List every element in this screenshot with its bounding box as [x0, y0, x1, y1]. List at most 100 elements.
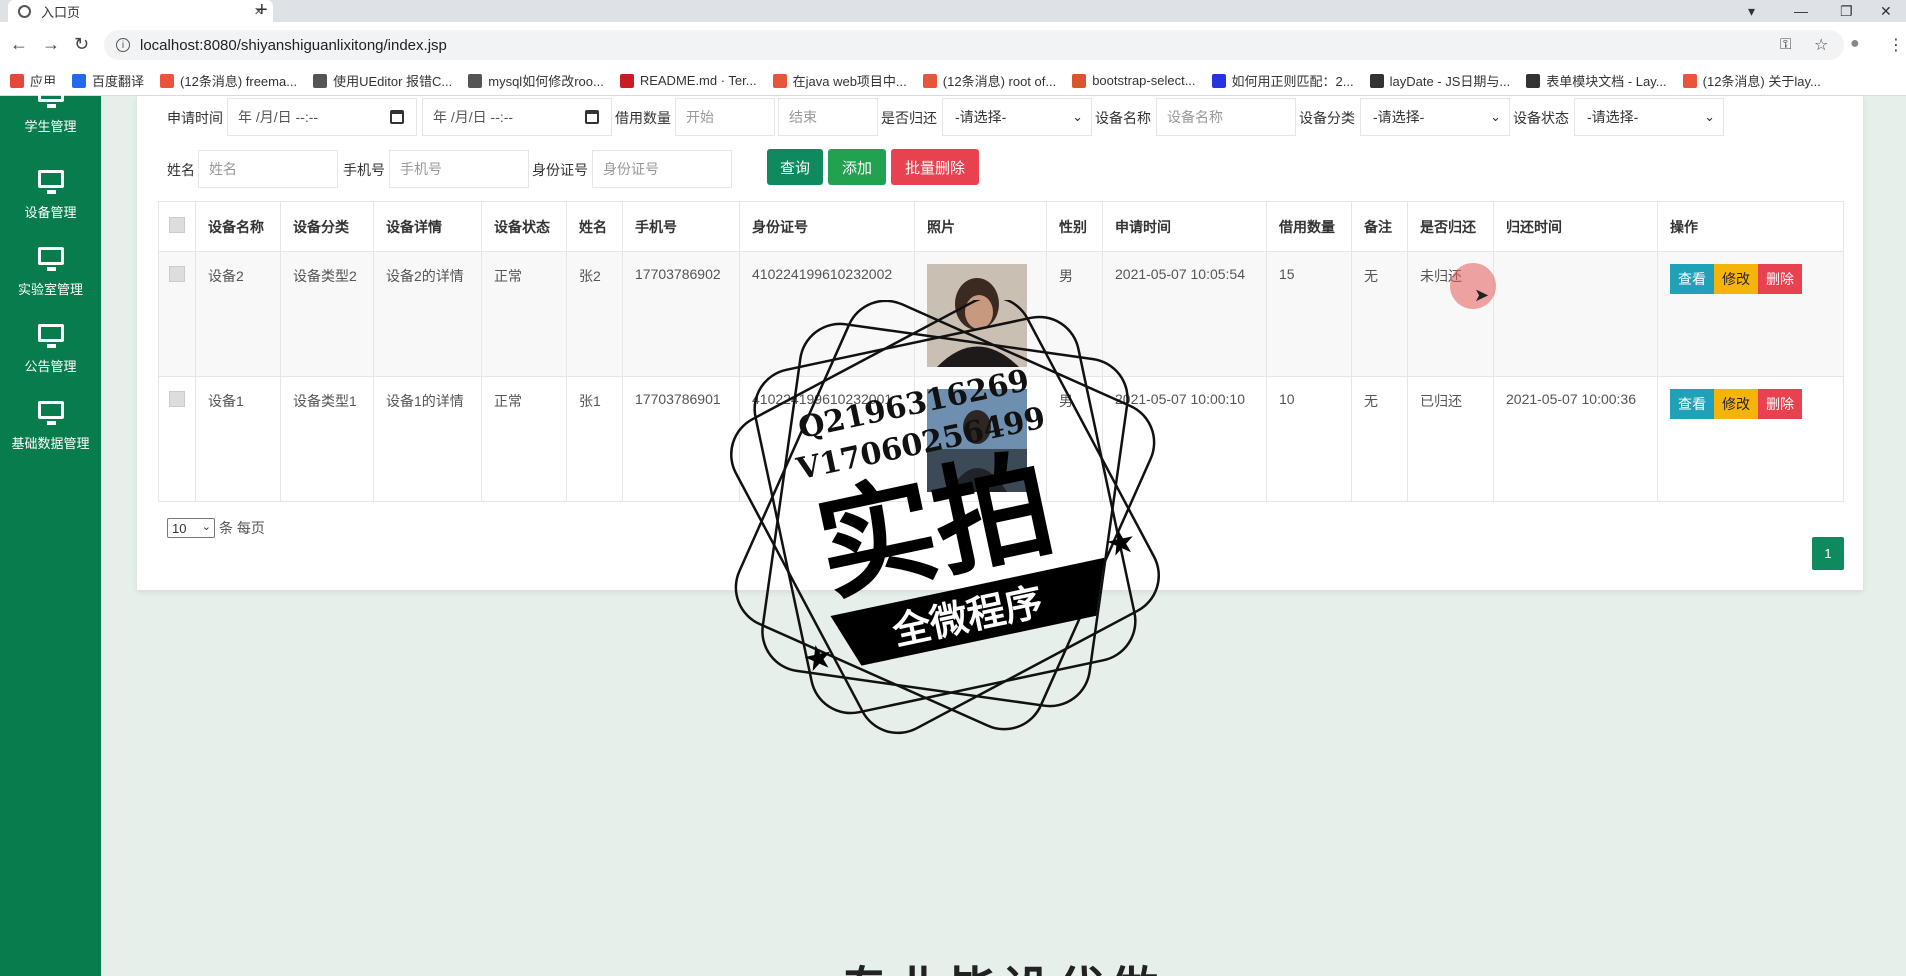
column-header[interactable]: 借用数量 — [1266, 201, 1352, 252]
cell-device-type: 设备类型2 — [280, 251, 374, 377]
key-icon[interactable]: ⚿ — [1780, 36, 1791, 53]
search-button[interactable]: 查询 — [767, 149, 823, 185]
column-header[interactable]: 备注 — [1351, 201, 1408, 252]
column-header[interactable]: 手机号 — [622, 201, 740, 252]
restore-button[interactable]: ❐ — [1840, 0, 1853, 22]
calendar-icon[interactable] — [585, 110, 599, 124]
cell-name: 张2 — [566, 251, 623, 377]
apply-time-start-input[interactable]: 年 /月/日 --:-- — [227, 98, 417, 136]
column-header[interactable]: 性别 — [1046, 201, 1103, 252]
column-header[interactable]: 照片 — [914, 201, 1047, 252]
sidebar-item-students[interactable]: 学生管理 — [0, 84, 101, 135]
bookmark-item[interactable]: bootstrap-select... — [1072, 73, 1196, 88]
idcard-input[interactable]: 身份证号 — [592, 150, 732, 188]
back-button[interactable]: ← — [10, 34, 28, 55]
info-icon[interactable]: i — [116, 38, 130, 52]
cell-return-time: 2021-05-07 10:00:36 — [1493, 376, 1658, 502]
more-menu-icon[interactable]: ⋮ — [1888, 35, 1904, 55]
column-header[interactable]: 是否归还 — [1407, 201, 1494, 252]
bookmark-item[interactable]: (12条消息) root of... — [922, 71, 1056, 90]
select-value: -请选择- — [1587, 109, 1639, 125]
new-tab-button[interactable]: + — [256, 0, 268, 22]
sidebar-item-basic-data[interactable]: 基础数据管理 — [0, 401, 101, 452]
bookmark-favicon-icon — [1211, 73, 1226, 88]
page-1-button[interactable]: 1 — [1812, 537, 1844, 570]
bookmark-label: layDate - JS日期与... — [1389, 74, 1511, 89]
row-checkbox[interactable] — [169, 266, 185, 282]
browser-tab-bar: 入口页 × + ▾ — ❐ ✕ — [0, 0, 1906, 22]
table-header-row: 设备名称 设备分类 设备详情 设备状态 姓名 手机号 身份证号 照片 性别 申请… — [158, 201, 1844, 252]
profile-menu-icon[interactable]: ▾ — [1748, 0, 1755, 22]
device-name-input[interactable]: 设备名称 — [1156, 98, 1296, 136]
bookmark-label: 在java web项目中... — [792, 74, 907, 89]
bookmark-label: (12条消息) 关于lay... — [1702, 74, 1821, 89]
column-header[interactable]: 设备状态 — [481, 201, 567, 252]
cell-actions: 查看 修改 删除 — [1657, 376, 1844, 502]
bookmark-label: (12条消息) freema... — [180, 74, 298, 89]
minimize-button[interactable]: — — [1794, 0, 1808, 22]
bookmark-item[interactable]: mysql如何修改roo... — [468, 71, 604, 90]
reload-button[interactable]: ↻ — [74, 34, 89, 55]
device-status-select[interactable]: -请选择- ⌄ — [1574, 98, 1724, 136]
monitor-icon — [37, 324, 64, 348]
bookmark-item[interactable]: 使用UEditor 报错C... — [313, 71, 452, 90]
cell-status: 正常 — [481, 376, 567, 502]
url-input[interactable]: i localhost:8080/shiyanshiguanlixitong/i… — [104, 30, 1844, 60]
view-button[interactable]: 查看 — [1670, 389, 1714, 419]
bookmark-favicon-icon — [772, 73, 787, 88]
row-actions: 查看 修改 删除 — [1670, 389, 1831, 419]
column-header[interactable]: 申请时间 — [1102, 201, 1267, 252]
column-header[interactable]: 设备分类 — [280, 201, 374, 252]
batch-delete-button[interactable]: 批量删除 — [891, 149, 979, 185]
page-size-label: 条 每页 — [219, 520, 265, 536]
bookmark-favicon-icon — [468, 73, 483, 88]
bookmark-item[interactable]: 如何用正则匹配：2... — [1211, 71, 1354, 90]
edit-button[interactable]: 修改 — [1714, 389, 1758, 419]
qty-start-input[interactable]: 开始 — [675, 98, 775, 136]
returned-select[interactable]: -请选择- ⌄ — [942, 98, 1092, 136]
sidebar-item-announcements[interactable]: 公告管理 — [0, 324, 101, 375]
calendar-icon[interactable] — [390, 110, 404, 124]
name-label: 姓名 — [167, 162, 195, 178]
column-header[interactable]: 设备名称 — [195, 201, 281, 252]
bookmark-item[interactable]: 表单模块文档 - Lay... — [1526, 71, 1667, 90]
phone-input[interactable]: 手机号 — [389, 150, 529, 188]
browser-tab[interactable]: 入口页 × — [8, 0, 273, 22]
cell-qty: 10 — [1266, 376, 1352, 502]
apply-time-end-input[interactable]: 年 /月/日 --:-- — [422, 98, 612, 136]
bookmarks-bar: 应用 百度翻译 (12条消息) freema... 使用UEditor 报错C... m… — [0, 66, 1906, 96]
name-input[interactable]: 姓名 — [198, 150, 338, 188]
bookmark-label: mysql如何修改roo... — [488, 74, 604, 89]
select-all-checkbox[interactable] — [169, 217, 185, 233]
row-checkbox[interactable] — [169, 391, 185, 407]
delete-button[interactable]: 删除 — [1758, 264, 1802, 294]
close-window-button[interactable]: ✕ — [1880, 0, 1892, 22]
add-button[interactable]: 添加 — [828, 149, 886, 185]
star-icon[interactable]: ☆ — [1814, 35, 1828, 55]
chevron-down-icon: ⌄ — [1704, 109, 1715, 124]
bookmark-item[interactable]: 在java web项目中... — [772, 71, 907, 90]
account-icon[interactable]: ● — [1850, 35, 1860, 53]
device-type-select[interactable]: -请选择- ⌄ — [1360, 98, 1510, 136]
view-button[interactable]: 查看 — [1670, 264, 1714, 294]
forward-button[interactable]: → — [42, 34, 60, 55]
column-header[interactable]: 归还时间 — [1493, 201, 1658, 252]
sidebar-item-labs[interactable]: 实验室管理 — [0, 247, 101, 298]
sidebar-item-devices[interactable]: 设备管理 — [0, 170, 101, 221]
bookmark-item[interactable]: layDate - JS日期与... — [1369, 71, 1511, 90]
cell-device-type: 设备类型1 — [280, 376, 374, 502]
tab-title: 入口页 — [41, 4, 81, 20]
column-header[interactable]: 身份证号 — [739, 201, 915, 252]
column-header[interactable]: 设备详情 — [373, 201, 482, 252]
delete-button[interactable]: 删除 — [1758, 389, 1802, 419]
qty-end-input[interactable]: 结束 — [778, 98, 878, 136]
edit-button[interactable]: 修改 — [1714, 264, 1758, 294]
bookmark-favicon-icon — [160, 73, 175, 88]
page-size-select[interactable]: 10 ⌄ — [167, 518, 215, 538]
bookmark-item[interactable]: (12条消息) 关于lay... — [1682, 71, 1821, 90]
bookmark-favicon-icon — [922, 73, 937, 88]
bookmark-item[interactable]: (12条消息) freema... — [160, 71, 297, 90]
bookmark-item[interactable]: README.md · Ter... — [619, 73, 757, 88]
device-name-label: 设备名称 — [1095, 110, 1151, 126]
column-header[interactable]: 姓名 — [566, 201, 623, 252]
